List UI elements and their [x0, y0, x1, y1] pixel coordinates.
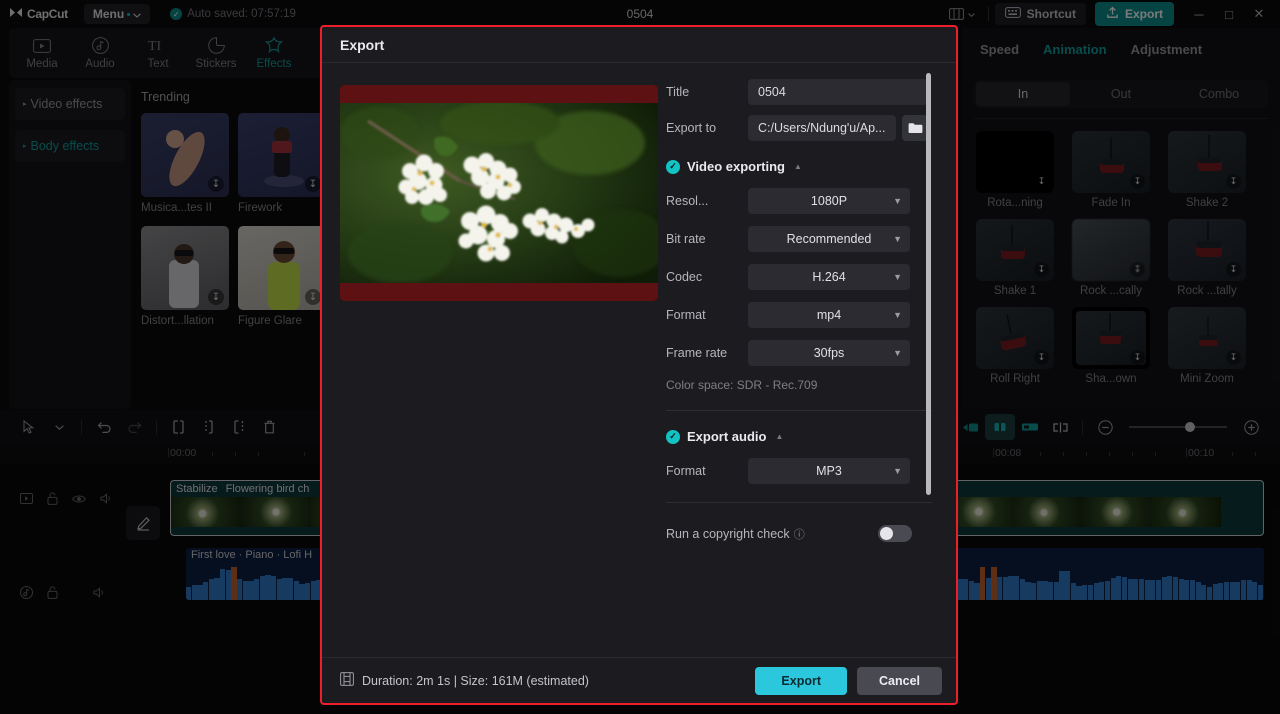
title-field-row: Title 0504	[662, 79, 940, 105]
video-exporting-heading: Video exporting	[687, 159, 785, 174]
audio-format-label: Format	[666, 464, 706, 478]
dialog-body: Title 0504 Export to C:/Users/Ndung'u/Ap…	[322, 63, 956, 657]
chevron-up-icon[interactable]: ▲	[775, 432, 783, 441]
framerate-row: Frame rate 30fps ▼	[662, 340, 940, 366]
duration-size-info: Duration: 2m 1s | Size: 161M (estimated)	[340, 672, 589, 689]
export-dialog: Export Title 0504 Export to C:/Users/Ndu…	[320, 25, 958, 705]
codec-select[interactable]: H.264 ▼	[748, 264, 910, 290]
codec-label: Codec	[666, 270, 703, 284]
dialog-footer: Duration: 2m 1s | Size: 161M (estimated)…	[322, 657, 956, 703]
export-audio-checkbox[interactable]: ✓	[666, 429, 680, 444]
export-path-value: C:/Users/Ndung'u/Ap...	[758, 121, 886, 135]
framerate-value: 30fps	[813, 346, 845, 360]
export-to-label: Export to	[666, 121, 717, 135]
cancel-button[interactable]: Cancel	[857, 666, 942, 695]
chevron-down-icon: ▼	[893, 348, 902, 358]
video-format-value: mp4	[816, 308, 842, 322]
title-input[interactable]: 0504	[748, 79, 928, 105]
chevron-down-icon: ▼	[893, 272, 902, 282]
title-input-value: 0504	[758, 85, 786, 99]
section-divider	[666, 502, 932, 503]
codec-row: Codec H.264 ▼	[662, 264, 940, 290]
chevron-up-icon[interactable]: ▲	[794, 162, 802, 171]
video-format-label: Format	[666, 308, 706, 322]
framerate-label: Frame rate	[666, 346, 728, 360]
dialog-settings-pane: Title 0504 Export to C:/Users/Ndung'u/Ap…	[662, 63, 940, 657]
export-confirm-button[interactable]: Export	[755, 666, 847, 695]
resolution-value: 1080P	[810, 194, 848, 208]
codec-value: H.264	[812, 270, 846, 284]
chevron-down-icon: ▼	[893, 234, 902, 244]
video-format-row: Format mp4 ▼	[662, 302, 940, 328]
chevron-down-icon: ▼	[893, 310, 902, 320]
duration-text: Duration: 2m 1s | Size: 161M (estimated)	[362, 673, 589, 688]
video-exporting-checkbox[interactable]: ✓	[666, 159, 680, 174]
question-mark-icon[interactable]: ⓘ	[794, 526, 805, 542]
color-space-note: Color space: SDR - Rec.709	[666, 378, 818, 392]
toggle-knob	[880, 527, 893, 540]
export-video-preview	[340, 85, 658, 301]
audio-format-row: Format MP3 ▼	[662, 458, 940, 484]
letterbox-bottom	[340, 283, 658, 301]
preview-image	[340, 103, 658, 283]
bitrate-label: Bit rate	[666, 232, 706, 246]
bitrate-select[interactable]: Recommended ▼	[748, 226, 910, 252]
audio-format-value: MP3	[816, 464, 842, 478]
dialog-header: Export	[322, 27, 956, 63]
section-divider	[666, 410, 932, 411]
copyright-check-label: Run a copyright check	[666, 526, 790, 541]
dialog-title: Export	[340, 36, 385, 53]
chevron-down-icon: ▼	[893, 196, 902, 206]
resolution-select[interactable]: 1080P ▼	[748, 188, 910, 214]
copyright-check-row: Run a copyright check ⓘ	[662, 525, 940, 542]
audio-format-select[interactable]: MP3 ▼	[748, 458, 910, 484]
letterbox-top	[340, 85, 658, 103]
bitrate-value: Recommended	[786, 232, 872, 246]
dialog-preview-pane	[322, 63, 662, 657]
framerate-select[interactable]: 30fps ▼	[748, 340, 910, 366]
export-audio-section-header[interactable]: ✓ Export audio ▲	[662, 429, 940, 444]
title-field-label: Title	[666, 85, 690, 99]
export-to-row: Export to C:/Users/Ndung'u/Ap...	[662, 115, 940, 141]
folder-icon[interactable]	[902, 115, 928, 141]
export-audio-heading: Export audio	[687, 429, 767, 444]
copyright-check-label-group: Run a copyright check ⓘ	[666, 526, 805, 542]
export-path-input[interactable]: C:/Users/Ndung'u/Ap...	[748, 115, 896, 141]
video-format-select[interactable]: mp4 ▼	[748, 302, 910, 328]
film-strip-icon	[340, 672, 354, 689]
dialog-action-buttons: Export Cancel	[755, 666, 942, 695]
bitrate-row: Bit rate Recommended ▼	[662, 226, 940, 252]
video-exporting-section-header[interactable]: ✓ Video exporting ▲	[662, 159, 940, 174]
resolution-label: Resol...	[666, 194, 709, 208]
copyright-check-toggle[interactable]	[878, 525, 912, 542]
dialog-scrollbar[interactable]	[926, 73, 931, 495]
resolution-row: Resol... 1080P ▼	[662, 188, 940, 214]
chevron-down-icon: ▼	[893, 466, 902, 476]
capcut-window: CapCut Menu ✓ Auto saved: 07:57:19 0504	[0, 0, 1280, 714]
